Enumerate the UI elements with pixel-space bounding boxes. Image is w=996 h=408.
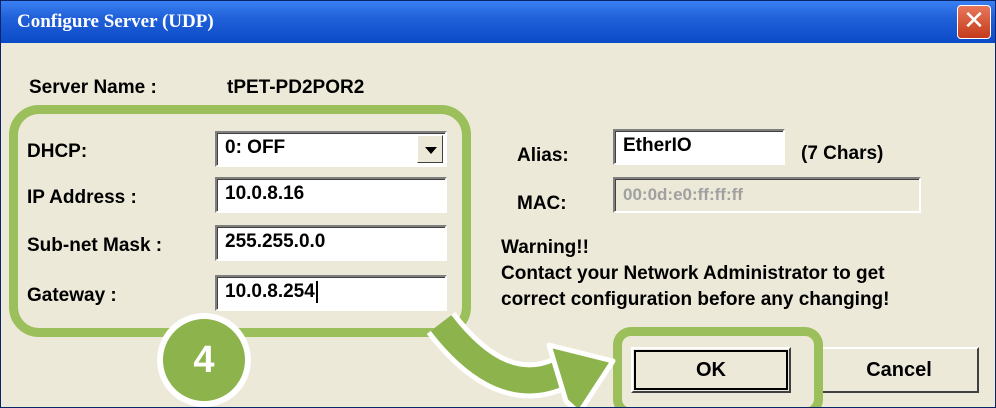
step-number-badge: 4 <box>157 313 251 407</box>
curved-arrow-icon <box>426 311 616 407</box>
configure-server-dialog: Configure Server (UDP) ✕ Server Name : t… <box>0 0 996 408</box>
step-number: 4 <box>193 339 215 381</box>
